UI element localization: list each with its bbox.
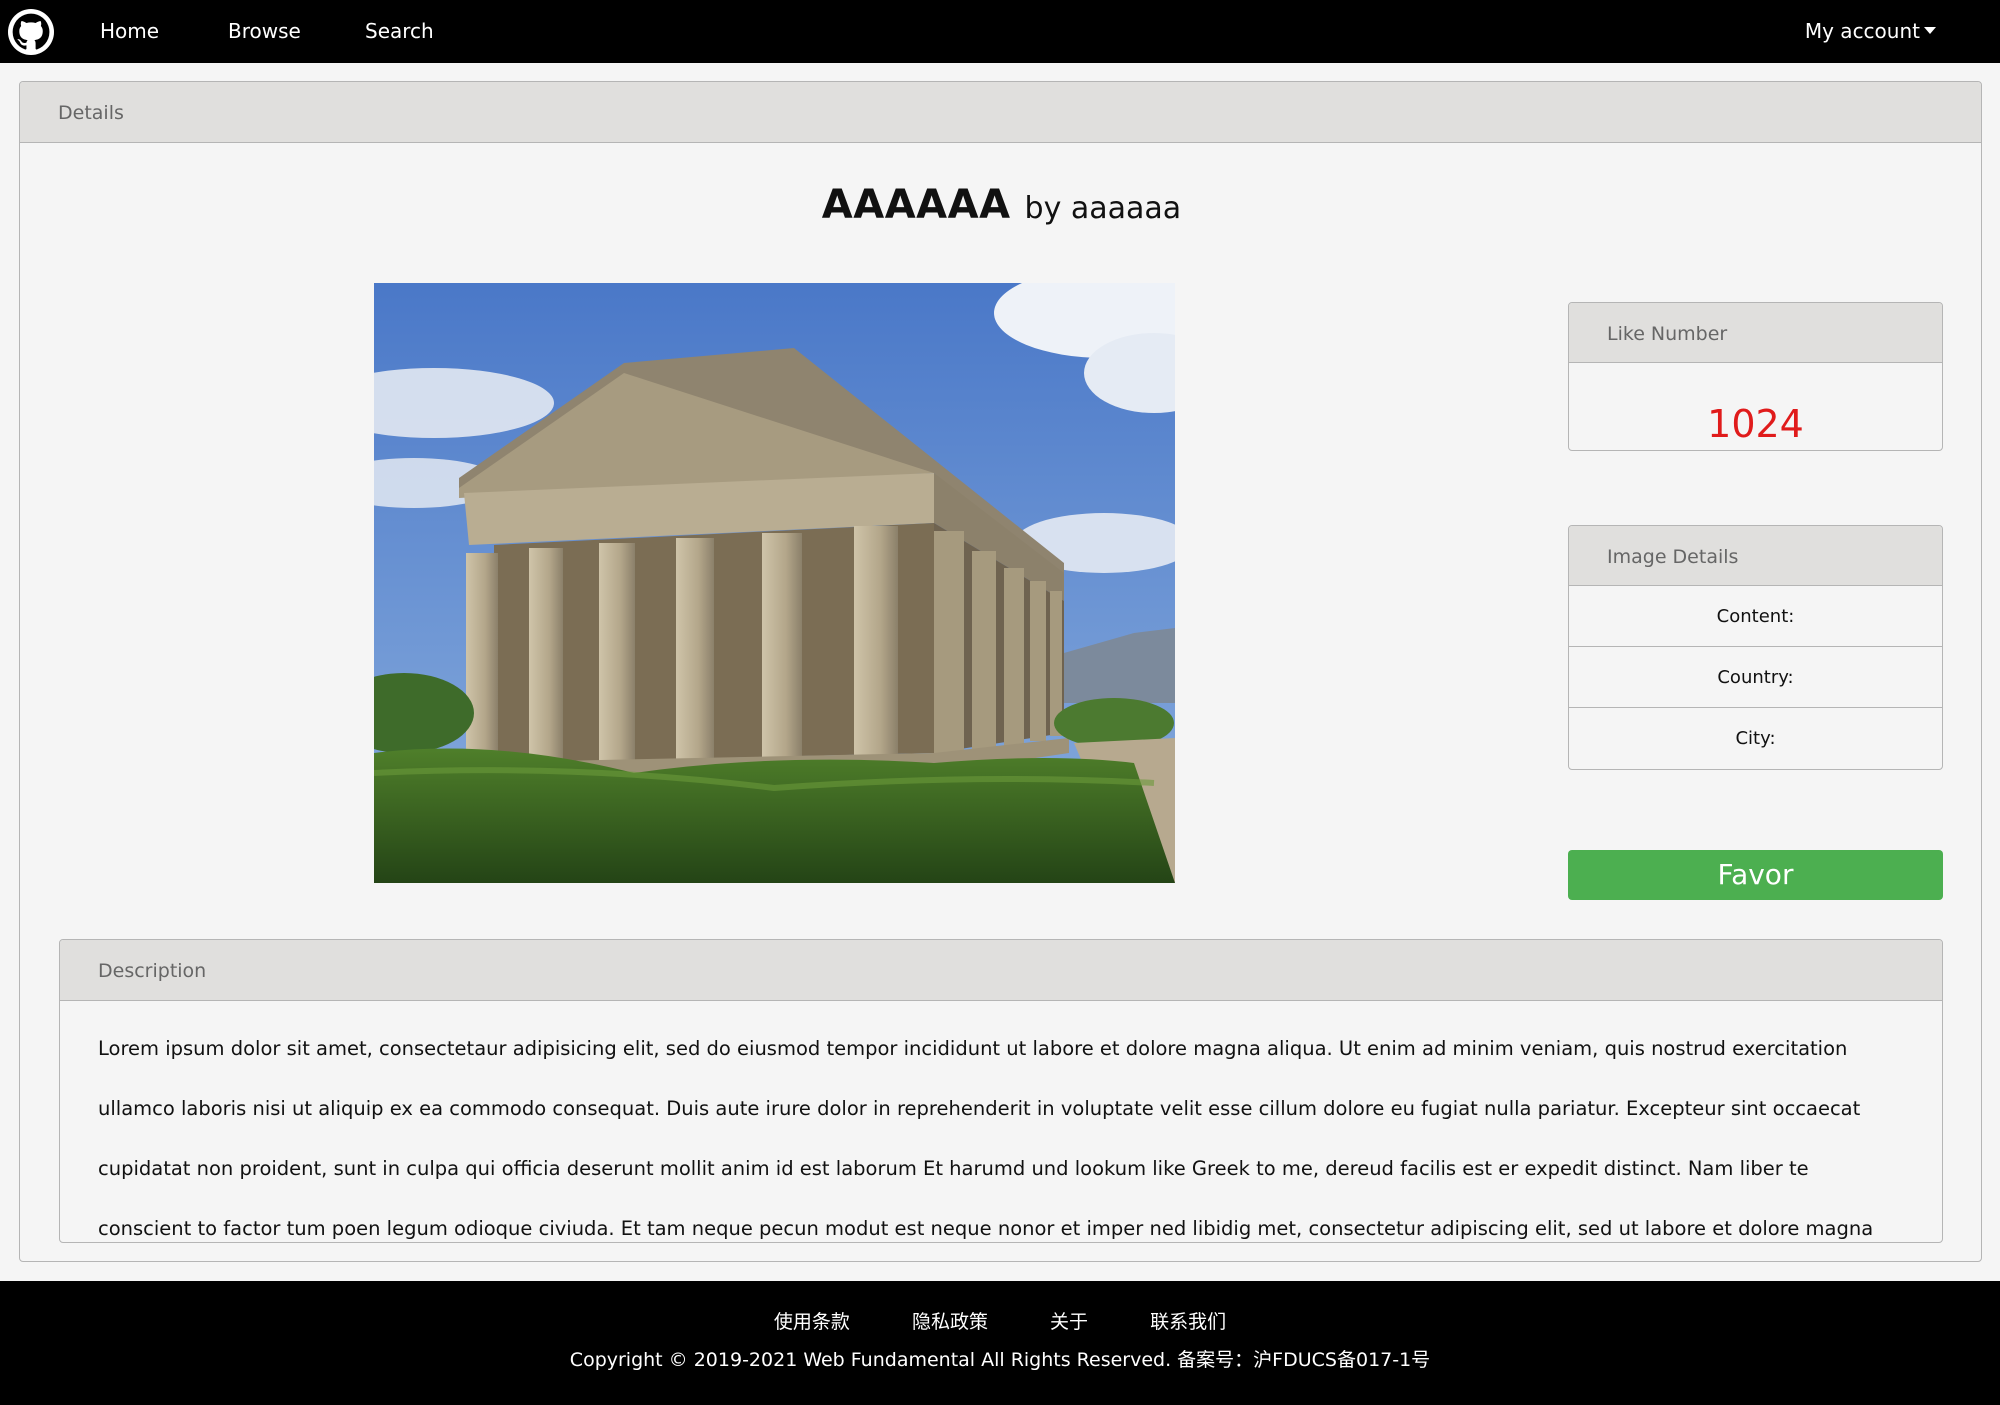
footer: 使用条款 隐私政策 关于 联系我们 Copyright © 2019-2021 …: [0, 1281, 2000, 1405]
temple-photo: [374, 283, 1175, 883]
image-title: AAAAAA: [821, 182, 1011, 228]
github-icon[interactable]: [8, 9, 54, 55]
footer-link-terms[interactable]: 使用条款: [774, 1307, 850, 1334]
image-details-header: Image Details: [1569, 526, 1942, 586]
description-text: Lorem ipsum dolor sit amet, consectetaur…: [98, 1037, 1874, 1240]
my-account-dropdown[interactable]: My account: [1805, 19, 1936, 43]
footer-link-about[interactable]: 关于: [1050, 1307, 1088, 1334]
country-row: Country:: [1569, 647, 1942, 708]
image-title-row: AAAAAA by aaaaaa: [20, 182, 1981, 228]
nav-search-link[interactable]: Search: [365, 19, 434, 43]
footer-link-contact[interactable]: 联系我们: [1150, 1307, 1226, 1334]
image-details-card: Image Details Content: Country: City:: [1568, 525, 1943, 770]
like-number-card: Like Number 1024: [1568, 302, 1943, 451]
like-number-header: Like Number: [1569, 303, 1942, 363]
favor-button[interactable]: Favor: [1568, 850, 1943, 900]
footer-link-privacy[interactable]: 隐私政策: [912, 1307, 988, 1334]
city-row: City:: [1735, 728, 1776, 749]
top-navbar: Home Browse Search My account: [0, 0, 2000, 63]
footer-links: 使用条款 隐私政策 关于 联系我们: [0, 1307, 2000, 1334]
nav-browse-link[interactable]: Browse: [228, 19, 301, 43]
my-account-label: My account: [1804, 19, 1920, 43]
details-panel-title: Details: [58, 102, 124, 124]
caret-down-icon: [1924, 27, 1936, 34]
nav-home-link[interactable]: Home: [100, 19, 159, 43]
description-header: Description: [60, 940, 1942, 1001]
description-card: Description Lorem ipsum dolor sit amet, …: [59, 939, 1943, 1243]
details-panel-header: Details: [20, 82, 1981, 143]
details-panel: Details AAAAAA by aaaaaa Like Number 102…: [19, 81, 1982, 1262]
like-count: 1024: [1707, 402, 1804, 446]
image-author: by aaaaaa: [1024, 191, 1182, 226]
footer-copyright: Copyright © 2019-2021 Web Fundamental Al…: [569, 1349, 1431, 1371]
content-row: Content:: [1569, 586, 1942, 647]
